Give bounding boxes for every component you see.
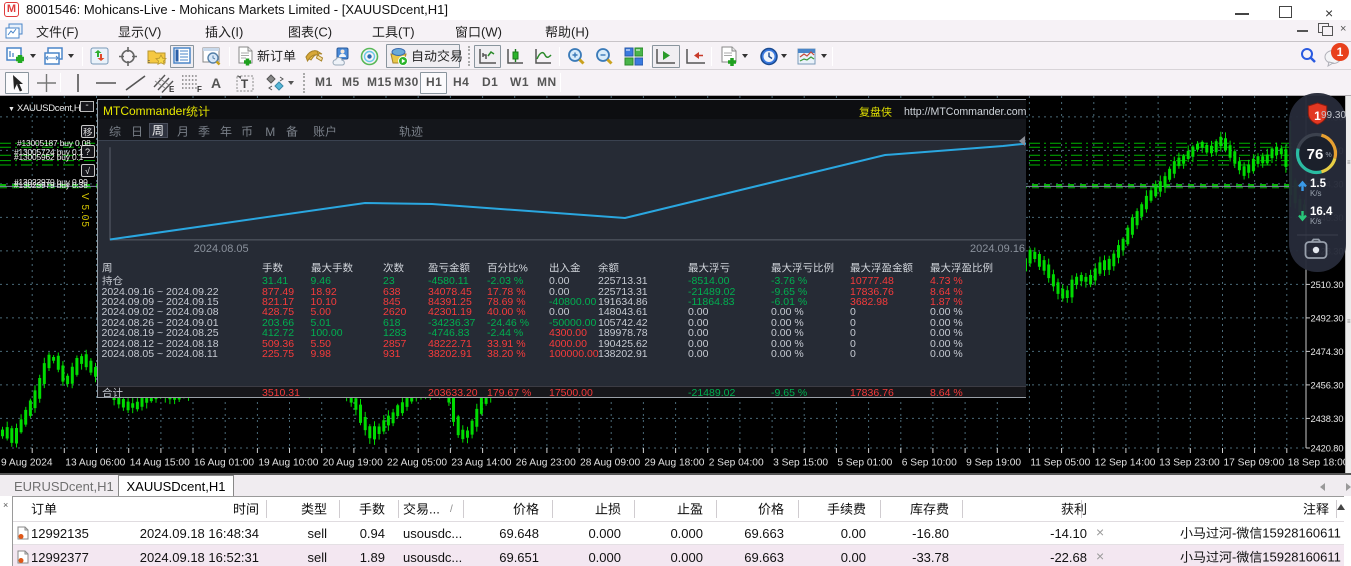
svg-text:3 Sep 15:00: 3 Sep 15:00 (773, 458, 828, 469)
svg-text:9 Sep 19:00: 9 Sep 19:00 (966, 458, 1021, 469)
svg-text:9 Aug 2024: 9 Aug 2024 (1, 458, 53, 469)
svg-text:17 Sep 09:00: 17 Sep 09:00 (1224, 458, 1285, 469)
svg-text:22 Aug 05:00: 22 Aug 05:00 (387, 458, 447, 469)
svg-text:5 Sep 01:00: 5 Sep 01:00 (837, 458, 892, 469)
svg-text:2510.30: 2510.30 (1311, 280, 1344, 290)
svg-text:E: E (169, 85, 175, 93)
svg-text:-: - (1232, 526, 1236, 541)
svg-text:15928160611: 15928160611 (1262, 526, 1341, 541)
svg-text:13 Sep 23:00: 13 Sep 23:00 (1159, 458, 1220, 469)
svg-text:6 Sep 10:00: 6 Sep 10:00 (902, 458, 957, 469)
svg-text:-: - (1232, 550, 1236, 565)
svg-text:(T): (T) (398, 25, 415, 40)
svg-text:(W): (W) (481, 25, 502, 40)
svg-text:2 Sep 04:00: 2 Sep 04:00 (709, 458, 764, 469)
svg-text:29 Aug 18:00: 29 Aug 18:00 (644, 458, 704, 469)
svg-text:2474.30: 2474.30 (1311, 347, 1344, 357)
svg-text:76: 76 (1307, 146, 1324, 163)
svg-text:T: T (241, 77, 249, 91)
svg-text:11 Sep 05:00: 11 Sep 05:00 (1030, 458, 1090, 469)
svg-text:(H): (H) (571, 25, 589, 40)
svg-text:(C): (C) (314, 25, 332, 40)
svg-text:%: % (1326, 152, 1332, 159)
svg-text:...: ... (429, 502, 440, 517)
svg-text:%: % (519, 262, 528, 274)
svg-text:1: 1 (1337, 45, 1344, 59)
svg-text:F: F (197, 85, 202, 93)
svg-text:14 Aug 15:00: 14 Aug 15:00 (130, 458, 190, 469)
svg-text:2438.30: 2438.30 (1311, 414, 1344, 424)
svg-text:19 Aug 10:00: 19 Aug 10:00 (258, 458, 318, 469)
svg-text:16 Aug 01:00: 16 Aug 01:00 (194, 458, 254, 469)
svg-text:15928160611: 15928160611 (1262, 550, 1341, 565)
svg-text:K/s: K/s (1310, 217, 1322, 226)
svg-text:(I): (I) (231, 25, 243, 40)
svg-text:28 Aug 09:00: 28 Aug 09:00 (580, 458, 640, 469)
svg-text:26 Aug 23:00: 26 Aug 23:00 (516, 458, 576, 469)
svg-text:2456.30: 2456.30 (1311, 380, 1344, 390)
svg-text:2492.30: 2492.30 (1311, 313, 1344, 323)
svg-text:K/s: K/s (1310, 189, 1322, 198)
svg-text:18 Sep 18:00: 18 Sep 18:00 (1288, 458, 1346, 469)
svg-text:2420.80: 2420.80 (1311, 444, 1344, 454)
svg-text:13 Aug 06:00: 13 Aug 06:00 (65, 458, 125, 469)
svg-text:23 Aug 14:00: 23 Aug 14:00 (451, 458, 511, 469)
svg-text:12 Sep 14:00: 12 Sep 14:00 (1095, 458, 1156, 469)
svg-text:20 Aug 19:00: 20 Aug 19:00 (323, 458, 383, 469)
svg-text:(F): (F) (62, 25, 79, 40)
svg-text:(V): (V) (144, 25, 161, 40)
